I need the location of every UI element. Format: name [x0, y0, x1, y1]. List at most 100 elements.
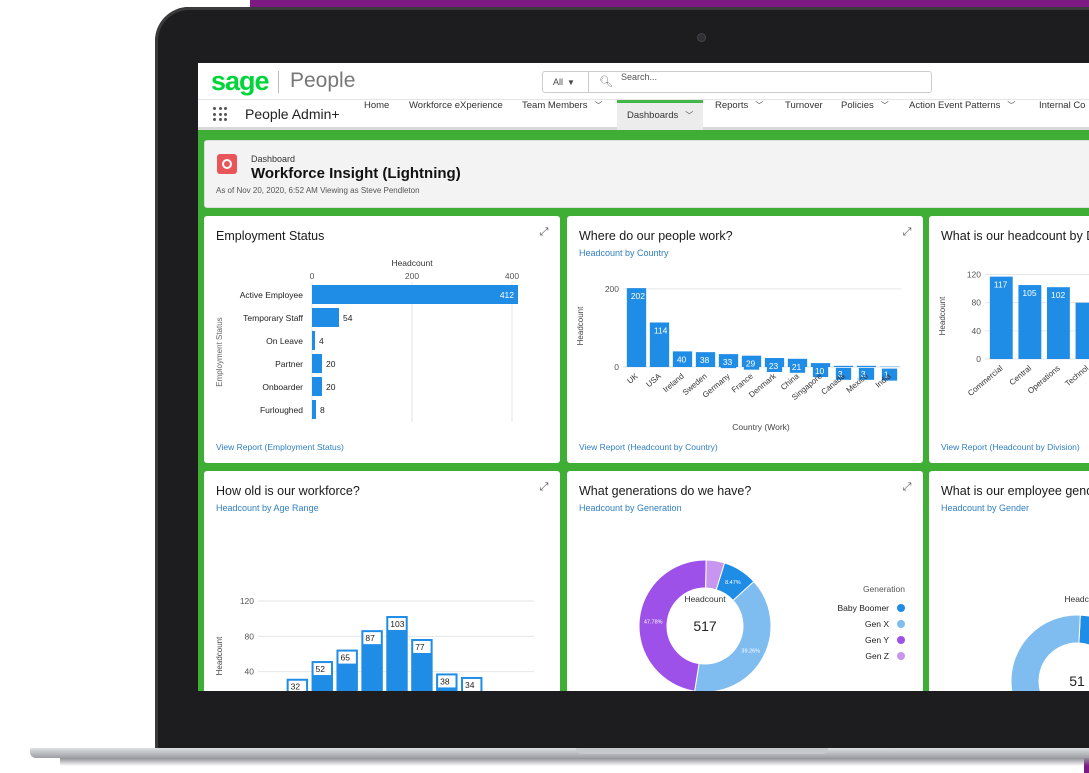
data-label: 87 — [365, 633, 375, 643]
app-navigation: People Admin+ Home Workforce eXperience … — [198, 100, 1089, 130]
data-label: 117 — [994, 280, 1008, 290]
sage-logo[interactable]: sage — [211, 66, 270, 97]
y-tick-label: Furloughed — [260, 405, 303, 415]
x-tick-label: Technol — [1063, 363, 1089, 388]
nav-item-action-event-patterns[interactable]: Action Event Patterns ﹀ — [909, 100, 1015, 130]
y-tick-label: Active Employee — [240, 290, 304, 300]
gender-chart: 43.91%51Headco — [1010, 594, 1089, 691]
laptop-base-shadow — [60, 758, 1089, 766]
y-tick-label: 0 — [614, 362, 619, 372]
legend-label: Gen Z — [865, 651, 889, 661]
y-axis-title: Headcount — [576, 306, 585, 345]
data-label: 77 — [415, 642, 425, 652]
view-report-link[interactable]: View Report (Headcount by Country) — [579, 442, 718, 452]
page-title: Workforce Insight (Lightning) — [251, 165, 461, 182]
app-launcher-icon[interactable] — [213, 107, 227, 121]
x-tick-label: USA — [644, 371, 663, 389]
nav-item-turnover[interactable]: Turnover — [785, 100, 823, 130]
data-label: 23 — [769, 361, 779, 371]
x-axis-title: Headcount — [391, 258, 433, 268]
product-name: People — [290, 69, 356, 92]
nav-item-label: Team Members — [522, 100, 588, 111]
x-tick-label: Commercial — [966, 363, 1005, 397]
search-input[interactable]: Search... — [621, 72, 657, 82]
search-scope-select[interactable]: All ▼ — [543, 72, 589, 92]
nav-item-label: Internal Co — [1039, 100, 1086, 111]
data-label: 33 — [723, 357, 733, 367]
nav-item-home[interactable]: Home — [364, 100, 389, 130]
employment-status-panel: Employment Status ⤢ Headcount 0 200 400 Empl… — [204, 216, 560, 463]
chevron-down-icon[interactable]: ﹀ — [594, 100, 602, 111]
data-label: 21 — [792, 362, 802, 372]
nav-item-label: Policies — [841, 100, 874, 111]
bar — [856, 365, 877, 367]
data-label: 29 — [746, 359, 756, 369]
data-label: 105 — [1022, 288, 1036, 298]
data-label: 8 — [320, 405, 325, 415]
global-search[interactable]: All ▼ 🔍︎ Search... — [542, 71, 932, 93]
division-panel: What is our headcount by D 0 40 80 120 Headc… — [929, 216, 1089, 463]
bar — [312, 377, 322, 396]
y-tick-label: 120 — [240, 596, 254, 606]
slice-label: 39.26% — [741, 649, 760, 655]
laptop-base — [30, 748, 1089, 758]
nav-item-dashboards[interactable]: Dashboards ﹀ — [617, 100, 704, 130]
view-report-link[interactable]: View Report (Employment Status) — [216, 442, 344, 452]
logo-divider — [278, 71, 279, 93]
data-label: 103 — [390, 619, 404, 629]
slice-label: 47.78% — [644, 619, 663, 625]
y-tick-label: 120 — [967, 270, 981, 280]
country-chart: 0200Headcount202UK114USA40Ireland38Swede… — [576, 284, 901, 432]
app-name: People Admin+ — [245, 106, 340, 122]
data-label: 65 — [340, 653, 350, 663]
nav-item-policies[interactable]: Policies ﹀ — [841, 100, 889, 130]
data-label: 114 — [654, 325, 668, 335]
data-label: 52 — [316, 664, 326, 674]
legend-label: Gen X — [865, 619, 889, 629]
bar — [312, 354, 322, 373]
y-tick-label: Onboarder — [262, 382, 303, 392]
data-label: 38 — [440, 676, 450, 686]
legend-swatch — [897, 604, 905, 612]
chevron-down-icon[interactable]: ﹀ — [755, 100, 763, 111]
legend-label: Baby Boomer — [838, 603, 890, 613]
nav-item-label: Turnover — [785, 100, 823, 111]
legend-title: Generation — [863, 584, 905, 594]
laptop-screen: sage People All ▼ 🔍︎ Search... People Adm… — [198, 63, 1089, 691]
laptop-base-notch — [576, 748, 828, 754]
nav-item-team-members[interactable]: Team Members ﹀ — [522, 100, 602, 130]
chevron-down-icon[interactable]: ﹀ — [881, 100, 889, 111]
nav-item-label: Reports — [715, 100, 749, 111]
dashboard-icon — [217, 154, 237, 174]
y-tick-label: On Leave — [266, 336, 303, 346]
bar — [312, 331, 315, 350]
chevron-down-icon[interactable]: ﹀ — [1007, 100, 1015, 111]
global-header: sage People All ▼ 🔍︎ Search... — [198, 63, 1089, 100]
dashboard-label: Dashboard — [251, 154, 296, 164]
nav-item-internal[interactable]: Internal Co — [1039, 100, 1085, 130]
bar — [1075, 302, 1089, 359]
data-label: 40 — [677, 354, 687, 364]
legend-label: Gen Y — [865, 635, 889, 645]
view-report-link[interactable]: View Report (Headcount by Division) — [941, 442, 1080, 452]
chevron-down-icon[interactable]: ﹀ — [685, 103, 693, 129]
y-tick-label: Partner — [275, 359, 303, 369]
y-tick-label: 200 — [605, 284, 619, 294]
legend-swatch — [897, 620, 905, 628]
age-panel: How old is our workforce? Headcount by A… — [204, 471, 560, 691]
x-tick-label: 200 — [405, 271, 419, 281]
bar — [312, 400, 316, 419]
legend-swatch — [897, 652, 905, 660]
dashboard-header: Dashboard Workforce Insight (Lightning) … — [204, 140, 1089, 208]
nav-item-workforce-experience[interactable]: Workforce eXperience — [409, 100, 503, 130]
division-chart: 0 40 80 120 Headcount 117 Commercial 105 Central… — [938, 270, 1089, 398]
data-label: 4 — [319, 336, 324, 346]
search-icon: 🔍︎ — [599, 75, 613, 88]
slice-label: 8.47% — [725, 580, 741, 586]
data-label: 202 — [631, 291, 645, 301]
nav-item-reports[interactable]: Reports ﹀ — [715, 100, 763, 130]
country-panel: Where do our people work? Headcount by C… — [567, 216, 923, 463]
generation-chart: 8.47% 39.26% 47.78% 517 Headcount Generation B… — [638, 559, 905, 691]
gender-panel: What is our employee gende Headcount by … — [929, 471, 1089, 691]
generation-panel: What generations do we have? Headcount b… — [567, 471, 923, 691]
